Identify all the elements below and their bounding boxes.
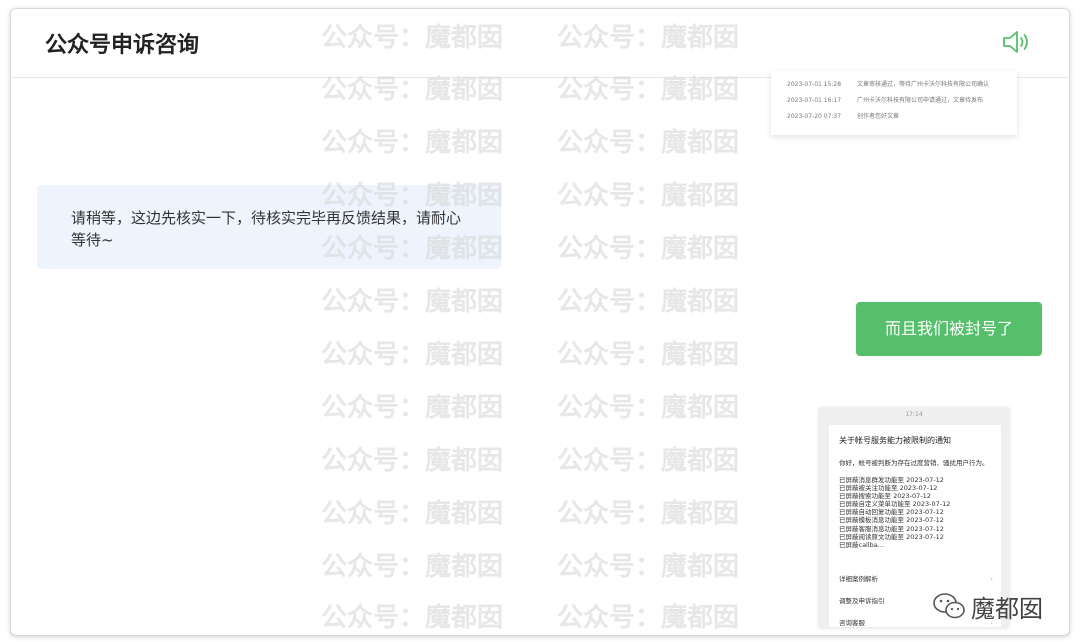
watermark-text: 公众号：魔都囡 [321,287,504,317]
list-item: 2023-07-01 16:17 广州卡沃尔科技有限公司申请通过，文章待发布 [787,97,984,104]
watermark-logo: 魔都囡 [931,589,1043,623]
chat-header: 公众号申诉咨询 [11,9,1069,78]
watermark-text: 公众号：魔都囡 [557,234,740,264]
notice-intro: 你好，帐号被判断为存在过度营销、骚扰用户行为。 [839,459,989,467]
timestamp: 17:14 [905,411,923,418]
page-title: 公众号申诉咨询 [45,33,200,58]
watermark-text: 公众号：魔都囡 [321,393,504,423]
watermark-text: 公众号：魔都囡 [321,499,504,529]
notice-lines: 已屏蔽消息群发功能至 2023-07-12 已屏蔽被关注功能至 2023-07-… [839,476,950,549]
watermark-text: 公众号：魔都囡 [557,499,740,529]
notice-line: 已屏蔽模板消息功能至 2023-07-12 [839,516,944,525]
user-message-bubble[interactable]: 而且我们被封号了 [856,302,1042,356]
watermark-text: 公众号：魔都囡 [557,603,740,633]
logo-text: 魔都囡 [971,594,1043,623]
notice-line: 已屏蔽阅读原文功能至 2023-07-12 [839,532,944,541]
screenshot-image[interactable]: 2023-07-01 15:28 文章审核通过，等待广州卡沃尔科技有限公司确认 2… [771,71,1017,135]
watermark-text: 公众号：魔都囡 [321,552,504,582]
watermark-text: 公众号：魔都囡 [557,287,740,317]
service-message-bubble[interactable]: 请稍等，这边先核实一下，待核实完毕再反馈结果，请耐心等待~ [37,185,501,269]
watermark-text: 公众号：魔都囡 [321,446,504,476]
watermark-text: 公众号：魔都囡 [321,340,504,370]
notice-line: 已屏蔽callba... [839,540,884,549]
menu-item: 详细案例解析 › [829,568,1001,590]
watermark-text: 公众号：魔都囡 [557,393,740,423]
watermark-text: 公众号：魔都囡 [557,128,740,158]
notice-line: 已屏蔽被关注功能至 2023-07-12 [839,484,938,493]
chevron-right-icon: › [990,575,993,583]
list-item: 2023-07-01 15:28 文章审核通过，等待广州卡沃尔科技有限公司确认 [787,81,990,88]
list-item: 2023-07-20 07:37 创作者您好文章 [787,113,900,120]
wechat-icon [933,593,965,619]
watermark-text: 公众号：魔都囡 [321,128,504,158]
chat-window: 公众号申诉咨询 2023-07-01 15:28 文章审核通过，等待广州卡沃尔科技… [10,8,1070,636]
watermark-text: 公众号：魔都囡 [557,340,740,370]
notice-line: 已屏蔽客服消息功能至 2023-07-12 [839,524,944,533]
watermark-text: 公众号：魔都囡 [321,603,504,633]
watermark-text: 公众号：魔都囡 [557,181,740,211]
notice-card: 关于帐号服务能力被限制的通知 你好，帐号被判断为存在过度营销、骚扰用户行为。 已… [829,425,1001,570]
notice-title: 关于帐号服务能力被限制的通知 [839,436,951,445]
speaker-icon[interactable] [1001,29,1031,55]
notice-line: 已屏蔽消息群发功能至 2023-07-12 [839,476,944,484]
watermark-text: 公众号：魔都囡 [557,552,740,582]
watermark-text: 公众号：魔都囡 [557,446,740,476]
